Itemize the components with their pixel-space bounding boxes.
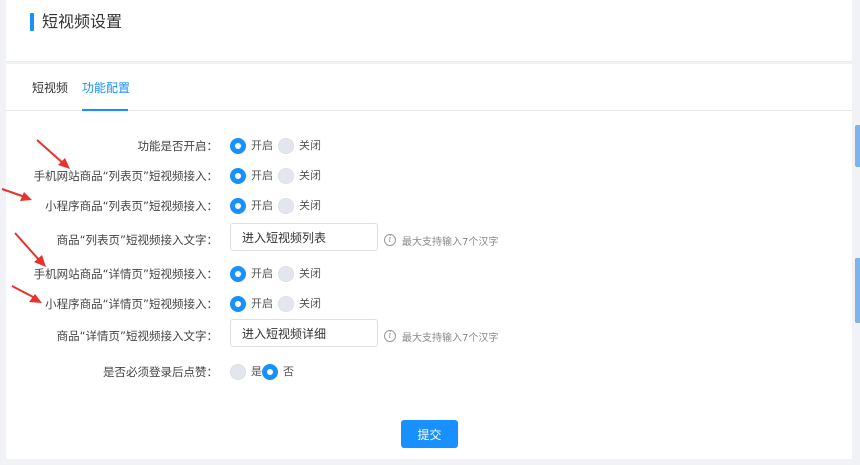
radio-mobile-detail-open[interactable]: 开启 — [230, 265, 273, 283]
side-drawer-handle[interactable] — [855, 125, 860, 167]
radio-unchecked-icon — [278, 138, 294, 154]
hint-text: 最大支持输入7个汉字 — [402, 236, 499, 248]
page-title: 短视频设置 — [42, 12, 123, 31]
radio-unchecked-icon — [278, 296, 294, 312]
form-row-mobile-detail: 手机网站商品“详情页”短视频接入： 开启 关闭 — [6, 264, 852, 284]
form-label: 是否必须登录后点赞： — [103, 365, 218, 379]
detail-text-input[interactable] — [230, 319, 378, 347]
annotation-arrow-icon — [1, 188, 32, 201]
annotation-arrow-icon — [14, 232, 46, 267]
hint-text: 最大支持输入7个汉字 — [402, 332, 499, 344]
radio-unchecked-icon — [230, 364, 246, 380]
radio-unchecked-icon — [278, 198, 294, 214]
title-accent-bar — [30, 13, 34, 31]
radio-label: 关闭 — [299, 267, 321, 280]
side-drawer-handle[interactable] — [855, 258, 860, 323]
radio-label: 关闭 — [299, 139, 321, 152]
radio-label: 开启 — [251, 267, 273, 280]
info-icon: i — [384, 234, 396, 246]
radio-mini-detail-open[interactable]: 开启 — [230, 295, 273, 313]
tab-short-video[interactable]: 短视频 — [32, 79, 68, 97]
form-label: 手机网站商品“详情页”短视频接入： — [33, 267, 218, 281]
tab-bar: 短视频 功能配置 — [6, 64, 852, 111]
form-row-list-text: 商品“列表页”短视频接入文字： i 最大支持输入7个汉字 — [6, 223, 852, 251]
radio-login-required-no[interactable]: 否 — [262, 363, 294, 381]
form-label: 小程序商品“详情页”短视频接入： — [45, 297, 218, 311]
radio-label: 开启 — [251, 199, 273, 212]
tab-feature-config[interactable]: 功能配置 — [82, 79, 130, 97]
radio-checked-icon — [230, 198, 246, 214]
radio-feature-enabled-open[interactable]: 开启 — [230, 137, 273, 155]
radio-unchecked-icon — [278, 266, 294, 282]
form-label: 小程序商品“列表页”短视频接入： — [45, 199, 218, 213]
radio-feature-enabled-close[interactable]: 关闭 — [278, 137, 321, 155]
detail-text-hint: i 最大支持输入7个汉字 — [384, 327, 498, 345]
settings-card: 短视频 功能配置 功能是否开启： 开启 关闭 手机网站商品“列表页”短视频接入：… — [6, 64, 852, 459]
radio-mini-list-open[interactable]: 开启 — [230, 197, 273, 215]
radio-label: 否 — [283, 365, 294, 378]
radio-label: 关闭 — [299, 169, 321, 182]
form-row-detail-text: 商品“详情页”短视频接入文字： i 最大支持输入7个汉字 — [6, 319, 852, 347]
form-row-feature-enabled: 功能是否开启： 开启 关闭 — [6, 136, 852, 156]
info-icon: i — [384, 330, 396, 342]
radio-checked-icon — [230, 168, 246, 184]
radio-label: 开启 — [251, 139, 273, 152]
radio-label: 是 — [251, 365, 262, 378]
radio-checked-icon — [230, 266, 246, 282]
form-label: 功能是否开启： — [137, 139, 219, 153]
page: 短视频设置 短视频 功能配置 功能是否开启： 开启 关闭 手机网站商品“列表页”… — [1, 0, 852, 465]
radio-label: 开启 — [251, 297, 273, 310]
radio-label: 关闭 — [299, 297, 321, 310]
list-text-input[interactable] — [230, 223, 378, 251]
radio-mobile-list-close[interactable]: 关闭 — [278, 167, 321, 185]
tab-active-indicator — [82, 109, 128, 111]
page-header: 短视频设置 — [6, 0, 852, 62]
form-row-mobile-list: 手机网站商品“列表页”短视频接入： 开启 关闭 — [6, 166, 852, 186]
radio-unchecked-icon — [278, 168, 294, 184]
radio-mobile-detail-close[interactable]: 关闭 — [278, 265, 321, 283]
form-row-mini-detail: 小程序商品“详情页”短视频接入： 开启 关闭 — [6, 294, 852, 314]
annotation-arrow-icon — [11, 285, 42, 303]
radio-checked-icon — [262, 364, 278, 380]
submit-button[interactable]: 提交 — [401, 420, 458, 448]
form-label: 商品“列表页”短视频接入文字： — [56, 233, 218, 247]
radio-label: 关闭 — [299, 199, 321, 212]
list-text-hint: i 最大支持输入7个汉字 — [384, 231, 498, 249]
form-row-login-required: 是否必须登录后点赞： 是 否 — [6, 362, 852, 382]
radio-mobile-list-open[interactable]: 开启 — [230, 167, 273, 185]
form-label: 商品“详情页”短视频接入文字： — [56, 329, 218, 343]
radio-mini-detail-close[interactable]: 关闭 — [278, 295, 321, 313]
form-row-mini-list: 小程序商品“列表页”短视频接入： 开启 关闭 — [6, 196, 852, 216]
radio-login-required-yes[interactable]: 是 — [230, 363, 262, 381]
radio-checked-icon — [230, 138, 246, 154]
radio-mini-list-close[interactable]: 关闭 — [278, 197, 321, 215]
radio-checked-icon — [230, 296, 246, 312]
annotation-arrow-icon — [36, 139, 70, 169]
radio-label: 开启 — [251, 169, 273, 182]
